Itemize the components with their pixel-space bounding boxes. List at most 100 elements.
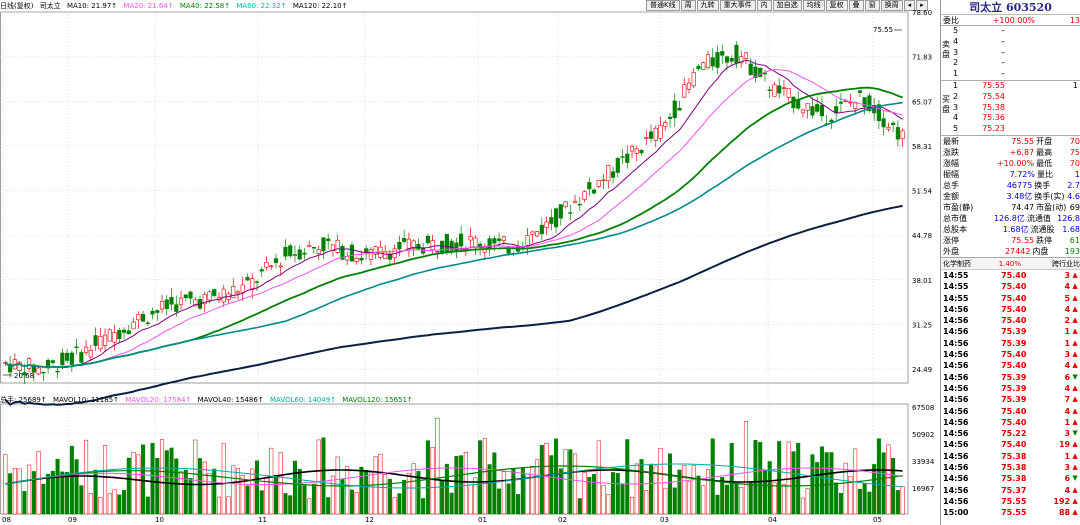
volume-bar bbox=[767, 461, 772, 515]
volume-bar bbox=[658, 448, 663, 515]
volume-bar bbox=[734, 483, 739, 515]
volume-bar bbox=[8, 473, 13, 515]
candle-body bbox=[368, 249, 373, 260]
stat-label: 最高 bbox=[1036, 147, 1053, 157]
candle-body bbox=[150, 310, 155, 315]
volume-axis-label: 33934 bbox=[912, 458, 935, 466]
stat-label: 金额 bbox=[943, 191, 959, 201]
volume-bar bbox=[810, 454, 815, 515]
candle-body bbox=[297, 249, 302, 260]
tick-time: 14:56 bbox=[943, 406, 969, 416]
commission-ratio-value: +100.00% bbox=[992, 16, 1035, 25]
stock-terminal: 日线(复权) 司太立 MA10: 21.97↑ MA20: 21.64↑ MA4… bbox=[0, 0, 1080, 525]
candle-body bbox=[857, 90, 862, 94]
tick-row: 14:56 75.38 6 ▼ bbox=[941, 473, 1080, 484]
candle-body bbox=[468, 236, 473, 241]
candle-body bbox=[819, 105, 824, 117]
sell-level: 2 bbox=[953, 58, 959, 68]
up-arrow-icon: ▲ bbox=[1072, 485, 1078, 494]
volume-bar bbox=[254, 460, 260, 515]
stat-value: 75 bbox=[1069, 147, 1080, 157]
volume-bar bbox=[98, 496, 103, 515]
tick-row: 14:56 75.37 4 ▲ bbox=[941, 485, 1080, 496]
up-arrow-icon: ▲ bbox=[1072, 383, 1078, 392]
volume-bar bbox=[620, 483, 625, 515]
volume-bar bbox=[354, 492, 359, 515]
volume-bar bbox=[554, 438, 559, 515]
volume-bar bbox=[459, 455, 464, 515]
stat-value: 1 bbox=[1074, 169, 1080, 179]
candle-body bbox=[558, 204, 563, 219]
volume-bar bbox=[122, 490, 127, 515]
volume-bar bbox=[824, 452, 829, 515]
stat-value: 1.68亿 bbox=[1002, 224, 1029, 234]
tick-row: 14:56 75.40 4 ▲ bbox=[941, 304, 1080, 315]
tick-time: 14:56 bbox=[943, 350, 969, 360]
volume-bar bbox=[226, 496, 231, 515]
volume-bar bbox=[55, 458, 60, 515]
candle-body bbox=[644, 137, 649, 139]
volume-legend: 总手: 25689↑ MAVOL10: 11185↑ MAVOL20: 1758… bbox=[0, 395, 417, 405]
candle-body bbox=[307, 244, 312, 247]
sell-qty bbox=[1005, 58, 1080, 69]
candle-body bbox=[596, 180, 601, 187]
volume-bar bbox=[440, 480, 445, 515]
volume-bar bbox=[862, 483, 867, 515]
candle-body bbox=[501, 236, 506, 241]
price-axis-label: 38.01 bbox=[912, 277, 932, 285]
date-axis-label: 03 bbox=[660, 516, 669, 524]
volume-bar bbox=[705, 469, 711, 515]
commission-diff-value: 13 bbox=[1069, 16, 1080, 25]
candle-body bbox=[587, 182, 592, 190]
buy-level: 2 bbox=[953, 91, 959, 101]
volume-bar bbox=[682, 465, 687, 515]
volume-bar bbox=[535, 459, 540, 515]
down-arrow-icon: ▼ bbox=[1072, 372, 1078, 381]
tick-row: 14:56 75.38 3 ▲ bbox=[941, 462, 1080, 473]
tick-price: 75.40 bbox=[1001, 316, 1027, 326]
candle-body bbox=[682, 84, 687, 98]
volume-bar bbox=[549, 455, 554, 515]
sector-rank[interactable]: 跨行业比 bbox=[1021, 258, 1080, 269]
tick-list[interactable]: 14:55 75.40 3 ▲ 14:55 75.40 4 ▲ 14:55 75.40 5 ▲ 14:5… bbox=[941, 270, 1080, 519]
stat-value: 75.55 bbox=[1011, 235, 1035, 245]
candle-body bbox=[487, 238, 492, 250]
volume-bar bbox=[867, 491, 872, 515]
stat-label: 涨幅 bbox=[943, 158, 959, 168]
stats-table: 最新 75.55 开盘 70 涨跌 +6.87 最高 75 涨幅 +10.00% 最低 70 振幅 7.7… bbox=[941, 136, 1080, 258]
volume-bar bbox=[762, 470, 767, 515]
volume-bar bbox=[857, 488, 862, 515]
volume-bar bbox=[150, 442, 155, 515]
volume-bar bbox=[492, 452, 497, 515]
vol-total-label: 总手: 25689↑ bbox=[0, 396, 47, 404]
volume-bar bbox=[748, 482, 753, 515]
candle-body bbox=[425, 235, 430, 244]
volume-bar bbox=[648, 463, 654, 515]
stat-row: 金额 3.48亿 换手(实) 4.6 bbox=[941, 191, 1080, 202]
candle-body bbox=[553, 208, 559, 228]
price-axis-label: 71.83 bbox=[912, 54, 932, 62]
volume-bar bbox=[368, 472, 373, 515]
candle-body bbox=[207, 291, 212, 301]
kline-chart-area[interactable]: 日线(复权) 司太立 MA10: 21.97↑ MA20: 21.64↑ MA4… bbox=[0, 0, 940, 525]
volume-bar bbox=[753, 440, 758, 515]
tick-time: 15:00 bbox=[943, 508, 969, 518]
kline-svg: 78.60 71.83 65.07 58.31 51.54 44.78 38.01 31.25… bbox=[0, 9, 935, 524]
candle-body bbox=[544, 221, 549, 228]
candle-body bbox=[416, 243, 421, 250]
sector-label[interactable]: 化学制药 bbox=[941, 258, 991, 269]
tick-volume: 7 bbox=[1064, 395, 1071, 405]
tick-row: 15:00 75.55 88 ▲ bbox=[941, 507, 1080, 518]
tick-price: 75.40 bbox=[1001, 417, 1027, 427]
stat-row: 总市值 126.8亿 流通值 126.8 bbox=[941, 213, 1080, 224]
candle-body bbox=[686, 82, 692, 90]
candle-body bbox=[653, 127, 658, 141]
tick-volume: 3 bbox=[1064, 429, 1071, 439]
candle-body bbox=[326, 238, 331, 242]
stat-row: 外盘 27442 内盘 193 bbox=[941, 246, 1080, 257]
candle-body bbox=[715, 52, 720, 68]
buy-qty bbox=[1005, 113, 1080, 124]
stat-row: 振幅 7.72% 量比 1 bbox=[941, 169, 1080, 180]
buy-book: 买盘 1 75.55 1 2 75.54 3 75.38 4 75.36 5 75.23 bbox=[941, 81, 1080, 136]
candle-body bbox=[535, 231, 540, 237]
